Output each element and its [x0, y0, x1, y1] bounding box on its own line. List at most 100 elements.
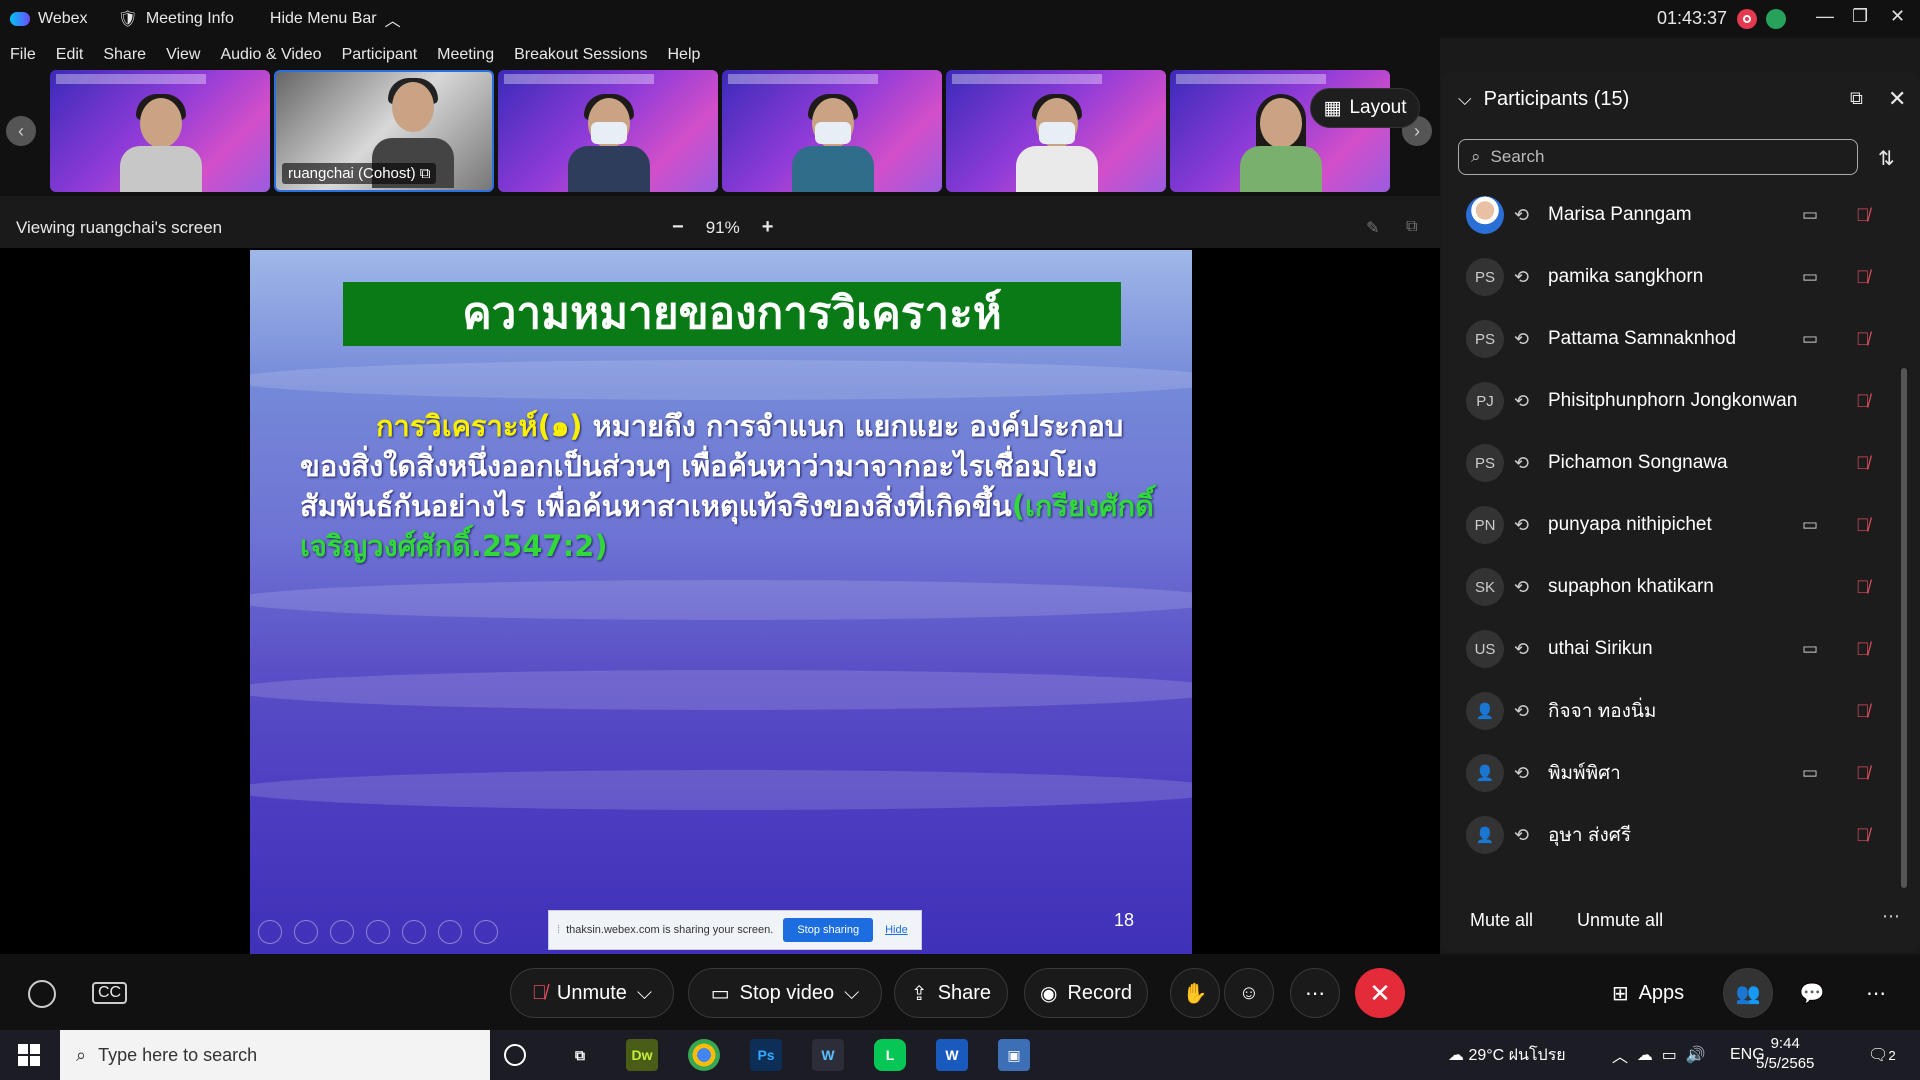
- mic-muted-icon[interactable]: 🎙̸: [1856, 639, 1870, 660]
- raise-hand-icon[interactable]: ✋: [1170, 968, 1220, 1018]
- tray-icons[interactable]: ︿ ☁ ▭ 🔊: [1612, 1030, 1706, 1080]
- network-icon[interactable]: ▭: [1662, 1045, 1677, 1065]
- leave-meeting-icon[interactable]: ✕: [1355, 968, 1405, 1018]
- meeting-info-button[interactable]: 🛡 Meeting Info: [118, 9, 234, 29]
- video-camera-icon[interactable]: ▭: [1802, 763, 1818, 783]
- remote-desktop-icon[interactable]: ▣: [998, 1039, 1030, 1071]
- line-icon[interactable]: L: [874, 1039, 906, 1071]
- dreamweaver-icon[interactable]: Dw: [626, 1039, 658, 1071]
- hide-notice-link[interactable]: Hide: [885, 924, 908, 936]
- mic-muted-icon[interactable]: 🎙̸: [1856, 577, 1870, 598]
- chevron-down-icon[interactable]: ⌵: [1458, 89, 1472, 110]
- video-camera-icon[interactable]: ▭: [1802, 639, 1818, 659]
- mic-muted-icon[interactable]: 🎙̸: [1856, 763, 1870, 784]
- zoom-out-button[interactable]: −: [672, 216, 684, 239]
- video-tile[interactable]: [498, 70, 718, 192]
- restore-icon[interactable]: ❐: [1852, 6, 1868, 27]
- share-button[interactable]: ⇪ Share: [894, 968, 1008, 1018]
- mic-muted-icon[interactable]: 🎙̸: [1856, 329, 1870, 350]
- close-window-icon[interactable]: ✕: [1890, 6, 1905, 27]
- chrome-icon[interactable]: [688, 1039, 720, 1071]
- stop-sharing-button[interactable]: Stop sharing: [783, 918, 874, 942]
- more-options-icon[interactable]: ⋯: [1290, 968, 1340, 1018]
- video-camera-icon[interactable]: ▭: [1802, 515, 1818, 535]
- menu-edit[interactable]: Edit: [56, 46, 84, 64]
- menu-view[interactable]: View: [166, 46, 200, 64]
- video-camera-icon[interactable]: ▭: [1802, 205, 1818, 225]
- chat-icon[interactable]: 💬: [1787, 968, 1837, 1018]
- menu-help[interactable]: Help: [668, 46, 701, 64]
- mic-muted-icon[interactable]: 🎙̸: [1856, 391, 1870, 412]
- participant-scrollbar[interactable]: [1899, 188, 1909, 902]
- minimize-icon[interactable]: —: [1816, 6, 1834, 27]
- network-health-icon[interactable]: [1766, 9, 1786, 29]
- mic-muted-icon[interactable]: 🎙̸: [1856, 515, 1870, 536]
- taskbar-search-input[interactable]: ⌕ Type here to search: [60, 1030, 490, 1080]
- participant-row[interactable]: US ⟲ uthai Sirikun ▭ 🎙̸: [1442, 618, 1902, 680]
- participant-row[interactable]: 👤 ⟲ อุษา ส่งศรี 🎙̸: [1442, 804, 1902, 866]
- onedrive-icon[interactable]: ☁: [1637, 1045, 1653, 1065]
- menu-meeting[interactable]: Meeting: [437, 46, 494, 64]
- record-button[interactable]: ◉ Record: [1024, 968, 1148, 1018]
- cortana-icon[interactable]: [504, 1044, 526, 1066]
- webex-taskbar-icon[interactable]: W: [812, 1039, 844, 1071]
- mute-all-button[interactable]: Mute all: [1470, 910, 1533, 931]
- menu-breakout-sessions[interactable]: Breakout Sessions: [514, 46, 647, 64]
- menu-file[interactable]: File: [10, 46, 36, 64]
- word-icon[interactable]: W: [936, 1039, 968, 1071]
- layout-button[interactable]: ▦ Layout: [1310, 88, 1420, 128]
- mic-muted-icon[interactable]: 🎙̸: [1856, 205, 1870, 226]
- popout-icon[interactable]: ⧉: [1850, 88, 1863, 109]
- participant-search-input[interactable]: ⌕ Search: [1458, 139, 1858, 175]
- more-panels-icon[interactable]: ⋯: [1851, 968, 1901, 1018]
- close-panel-icon[interactable]: ✕: [1888, 86, 1906, 112]
- annotate-icon[interactable]: ✎: [1366, 218, 1379, 238]
- participant-row[interactable]: PN ⟲ punyapa nithipichet ▭ 🎙̸: [1442, 494, 1902, 556]
- chevron-left-icon[interactable]: ‹: [6, 116, 36, 146]
- chevron-down-icon[interactable]: ⌵: [844, 982, 859, 1005]
- captions-icon[interactable]: CC: [92, 982, 128, 1004]
- volume-icon[interactable]: 🔊: [1686, 1045, 1706, 1065]
- video-camera-icon[interactable]: ▭: [1802, 267, 1818, 287]
- taskbar-clock[interactable]: 9:44 5/5/2565: [1756, 1034, 1814, 1074]
- video-camera-icon[interactable]: ▭: [1802, 329, 1818, 349]
- task-view-icon[interactable]: ⧉: [564, 1039, 596, 1071]
- chevron-up-icon[interactable]: ︿: [1612, 1043, 1628, 1067]
- reactions-icon[interactable]: ☺: [1224, 968, 1274, 1018]
- menu-participant[interactable]: Participant: [342, 46, 418, 64]
- mic-muted-icon[interactable]: 🎙̸: [1856, 825, 1870, 846]
- participant-row[interactable]: PS ⟲ Pattama Samnaknhod ▭ 🎙̸: [1442, 308, 1902, 370]
- mic-muted-icon[interactable]: 🎙̸: [1856, 453, 1870, 474]
- video-tile[interactable]: [722, 70, 942, 192]
- request-control-icon[interactable]: ⧉: [1406, 218, 1417, 236]
- participant-row[interactable]: PS ⟲ Pichamon Songnawa 🎙̸: [1442, 432, 1902, 494]
- zoom-in-button[interactable]: +: [762, 216, 774, 239]
- video-tile-active-speaker[interactable]: ruangchai (Cohost) ⧉: [274, 70, 494, 192]
- windows-start-icon[interactable]: [18, 1044, 40, 1066]
- more-options-icon[interactable]: ⋯: [1882, 906, 1900, 927]
- notifications-icon[interactable]: 🗨 2: [1868, 1030, 1896, 1080]
- hide-menu-bar-button[interactable]: Hide Menu Bar ︿: [270, 7, 401, 31]
- chevron-down-icon[interactable]: ⌵: [637, 982, 652, 1005]
- webex-assistant-icon[interactable]: [28, 980, 56, 1008]
- participant-row[interactable]: PS ⟲ pamika sangkhorn ▭ 🎙̸: [1442, 246, 1902, 308]
- participants-panel-icon[interactable]: 👥: [1723, 968, 1773, 1018]
- drag-handle-icon[interactable]: ⁞: [557, 924, 560, 936]
- apps-button[interactable]: ⊞ Apps: [1594, 968, 1702, 1018]
- mic-muted-icon[interactable]: 🎙̸: [1856, 267, 1870, 288]
- participant-row[interactable]: 👤 ⟲ กิจจา ทองนิ่ม 🎙̸: [1442, 680, 1902, 742]
- participant-row[interactable]: 👤 ⟲ พิมพ์พิศา ▭ 🎙̸: [1442, 742, 1902, 804]
- unmute-all-button[interactable]: Unmute all: [1577, 910, 1663, 931]
- participant-row[interactable]: PJ ⟲ Phisitphunphorn Jongkonwan 🎙̸: [1442, 370, 1902, 432]
- menu-audio-video[interactable]: Audio & Video: [220, 46, 321, 64]
- photoshop-icon[interactable]: Ps: [750, 1039, 782, 1071]
- unmute-button[interactable]: 🎙̸ Unmute ⌵: [510, 968, 674, 1018]
- weather-widget[interactable]: ☁ 29°C ฝนโปรย: [1448, 1030, 1566, 1080]
- stop-video-button[interactable]: ▭ Stop video ⌵: [688, 968, 882, 1018]
- mic-muted-icon[interactable]: 🎙̸: [1856, 701, 1870, 722]
- zoom-level[interactable]: 91%: [706, 218, 740, 238]
- sort-icon[interactable]: ⇅: [1878, 146, 1895, 171]
- participant-row[interactable]: SK ⟲ supaphon khatikarn 🎙̸: [1442, 556, 1902, 618]
- menu-share[interactable]: Share: [103, 46, 146, 64]
- video-tile[interactable]: [50, 70, 270, 192]
